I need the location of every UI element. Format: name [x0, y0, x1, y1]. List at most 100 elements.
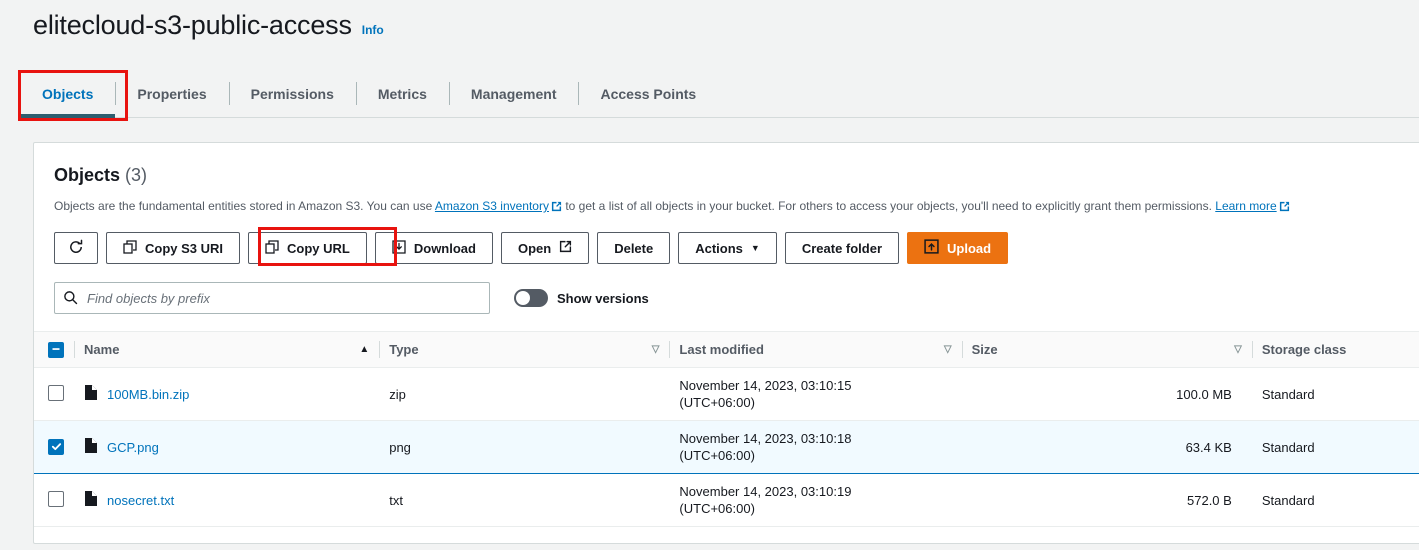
- column-header-name[interactable]: Name ▲: [74, 331, 380, 368]
- page-title: elitecloud-s3-public-access: [33, 10, 352, 40]
- info-link[interactable]: Info: [362, 23, 384, 37]
- actions-label: Actions: [695, 240, 743, 256]
- row-checkbox[interactable]: [48, 439, 64, 455]
- show-versions-toggle[interactable]: Show versions: [514, 289, 649, 307]
- row-name-cell: 100MB.bin.zip: [74, 367, 380, 421]
- create-folder-label: Create folder: [801, 240, 883, 256]
- object-name-link[interactable]: nosecret.txt: [107, 493, 174, 508]
- column-header-storage-class[interactable]: Storage class: [1251, 331, 1419, 368]
- objects-description: Objects are the fundamental entities sto…: [54, 198, 1419, 216]
- row-size-cell: 572.0 B: [961, 473, 1252, 527]
- row-storage-class-cell: Standard: [1251, 420, 1419, 474]
- column-header-last-modified[interactable]: Last modified ▽: [669, 331, 962, 368]
- row-storage-class-cell: Standard: [1251, 473, 1419, 527]
- table-row[interactable]: GCP.png png November 14, 2023, 03:10:18 …: [34, 420, 1419, 474]
- search-row: Show versions: [34, 264, 1419, 314]
- refresh-icon: [68, 239, 84, 258]
- row-name-cell: nosecret.txt: [74, 473, 380, 527]
- sort-icon: ▽: [651, 344, 660, 355]
- select-all-checkbox[interactable]: [48, 341, 64, 358]
- column-header-type[interactable]: Type ▽: [379, 331, 670, 368]
- column-header-size[interactable]: Size ▽: [961, 331, 1252, 368]
- row-last-modified-cell: November 14, 2023, 03:10:15 (UTC+06:00): [669, 367, 962, 421]
- show-versions-label: Show versions: [557, 290, 649, 306]
- download-button[interactable]: Download: [374, 232, 493, 264]
- refresh-button[interactable]: [54, 232, 98, 264]
- row-modified-date: November 14, 2023, 03:10:18: [679, 431, 852, 446]
- column-header-type-label: Type: [389, 342, 419, 357]
- tab-permissions-label: Permissions: [250, 85, 334, 102]
- objects-toolbar: Copy S3 URI Copy URL Download Open Delet…: [34, 216, 1419, 264]
- table-header-row: Name ▲ Type ▽ Last modified ▽ Size ▽ Sto…: [34, 331, 1419, 368]
- open-label: Open: [517, 240, 552, 256]
- row-modified-timezone: (UTC+06:00): [679, 395, 755, 410]
- row-last-modified-cell: November 14, 2023, 03:10:19 (UTC+06:00): [669, 473, 962, 527]
- search-input[interactable]: [54, 282, 490, 314]
- create-folder-button[interactable]: Create folder: [784, 232, 900, 264]
- tab-objects[interactable]: Objects: [20, 70, 116, 118]
- row-checkbox[interactable]: [48, 384, 64, 401]
- tab-objects-label: Objects: [42, 85, 94, 102]
- table-row[interactable]: 100MB.bin.zip zip November 14, 2023, 03:…: [34, 367, 1419, 421]
- upload-label: Upload: [947, 240, 992, 256]
- table-header: Name ▲ Type ▽ Last modified ▽ Size ▽ Sto…: [34, 331, 1419, 368]
- tab-metrics[interactable]: Metrics: [355, 70, 449, 117]
- tab-permissions[interactable]: Permissions: [228, 70, 356, 117]
- table-body: 100MB.bin.zip zip November 14, 2023, 03:…: [34, 367, 1419, 527]
- object-name-link[interactable]: GCP.png: [107, 440, 159, 455]
- tab-access-points[interactable]: Access Points: [578, 70, 718, 117]
- row-checkbox[interactable]: [48, 490, 64, 507]
- row-type-cell: txt: [379, 473, 670, 527]
- copy-url-label: Copy URL: [287, 240, 350, 256]
- delete-button[interactable]: Delete: [597, 232, 671, 264]
- sort-ascending-icon: ▲: [359, 344, 370, 355]
- toggle-track: [514, 289, 548, 307]
- row-type-cell: zip: [379, 367, 670, 421]
- file-icon: [84, 385, 98, 403]
- tab-metrics-label: Metrics: [377, 85, 427, 102]
- upload-button[interactable]: Upload: [907, 232, 1009, 264]
- actions-dropdown-button[interactable]: Actions ▼: [678, 232, 777, 264]
- toggle-knob: [516, 291, 530, 305]
- column-header-last-modified-label: Last modified: [679, 342, 764, 357]
- objects-panel: Objects (3) Objects are the fundamental …: [33, 142, 1419, 544]
- download-label: Download: [413, 240, 476, 256]
- tab-properties[interactable]: Properties: [115, 70, 228, 117]
- bucket-header: elitecloud-s3-public-access Info: [33, 8, 384, 42]
- row-modified-date: November 14, 2023, 03:10:15: [679, 378, 852, 393]
- external-link-icon: [551, 200, 562, 216]
- row-select-cell: [34, 367, 75, 421]
- copy-s3-uri-button[interactable]: Copy S3 URI: [106, 232, 241, 264]
- copy-icon: [265, 239, 279, 257]
- tab-bar: Objects Properties Permissions Metrics M…: [20, 70, 1419, 118]
- row-storage-class-cell: Standard: [1251, 367, 1419, 421]
- objects-heading-label: Objects: [54, 165, 121, 185]
- upload-icon: [924, 239, 939, 257]
- objects-heading: Objects (3): [54, 165, 1419, 186]
- tab-access-points-label: Access Points: [600, 85, 697, 102]
- amazon-s3-inventory-link[interactable]: Amazon S3 inventory: [435, 199, 549, 213]
- external-link-icon: [559, 240, 572, 256]
- learn-more-link[interactable]: Learn more: [1215, 199, 1276, 213]
- file-icon: [84, 438, 98, 456]
- external-link-icon: [1279, 200, 1290, 216]
- row-name-cell: GCP.png: [74, 420, 380, 474]
- objects-table: Name ▲ Type ▽ Last modified ▽ Size ▽ Sto…: [34, 331, 1419, 527]
- open-button[interactable]: Open: [500, 232, 590, 264]
- row-size-cell: 100.0 MB: [961, 367, 1252, 421]
- tab-management-label: Management: [470, 85, 557, 102]
- description-text-2: to get a list of all objects in your buc…: [565, 199, 1212, 213]
- delete-label: Delete: [614, 240, 654, 256]
- tab-management[interactable]: Management: [448, 70, 579, 117]
- search-field-wrapper: [54, 282, 490, 314]
- copy-url-button[interactable]: Copy URL: [248, 232, 367, 264]
- objects-count: (3): [125, 165, 148, 185]
- table-row[interactable]: nosecret.txt txt November 14, 2023, 03:1…: [34, 473, 1419, 527]
- row-select-cell: [34, 473, 75, 527]
- copy-s3-uri-label: Copy S3 URI: [145, 240, 224, 256]
- object-name-link[interactable]: 100MB.bin.zip: [107, 387, 189, 402]
- column-header-name-label: Name: [84, 342, 120, 357]
- row-size-cell: 63.4 KB: [961, 420, 1252, 474]
- sort-icon: ▽: [943, 344, 952, 355]
- chevron-down-icon: ▼: [750, 242, 760, 253]
